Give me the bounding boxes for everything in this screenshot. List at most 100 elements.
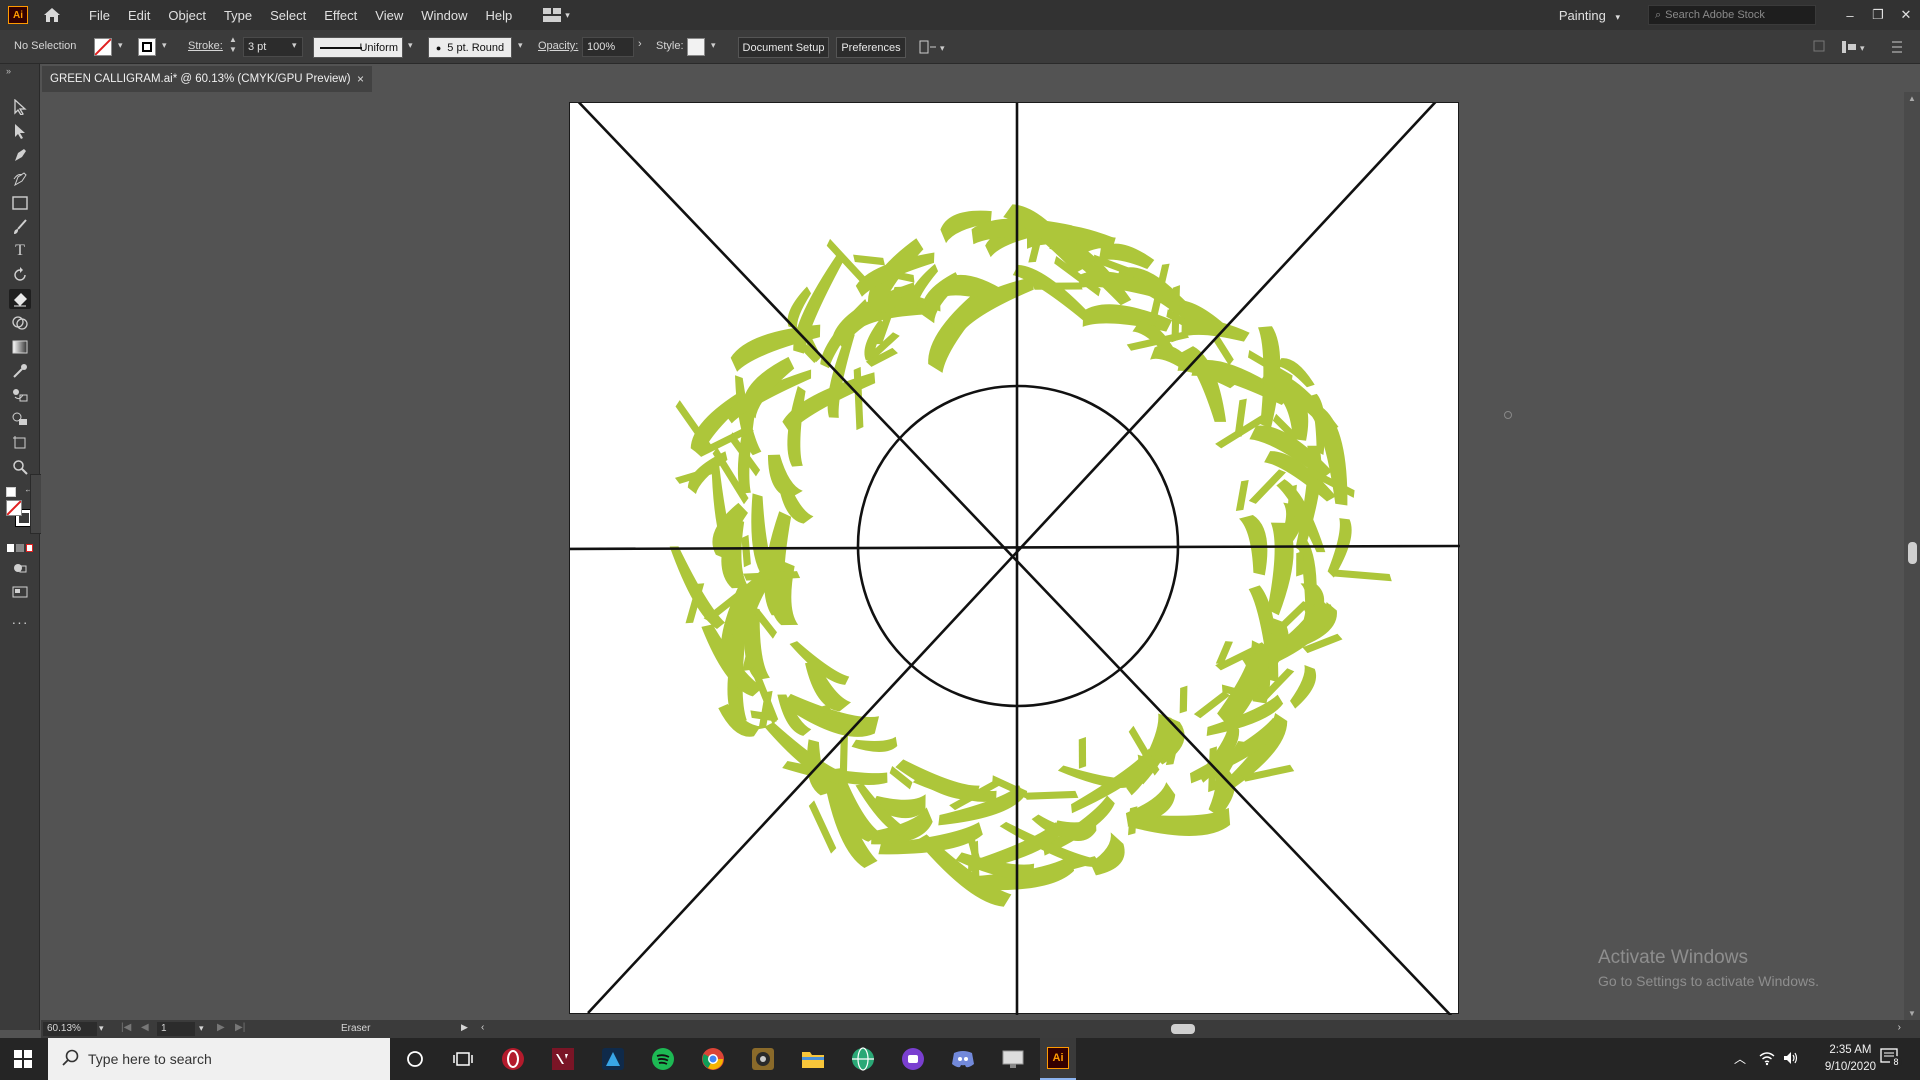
blend-tool-icon[interactable] xyxy=(9,385,31,405)
fill-dropdown-icon[interactable]: ▾ xyxy=(118,40,123,51)
minimize-button[interactable]: – xyxy=(1836,8,1864,23)
wifi-icon[interactable] xyxy=(1758,1050,1776,1069)
globe-app-icon[interactable] xyxy=(850,1046,876,1072)
chrome-app-icon[interactable] xyxy=(700,1046,726,1072)
type-tool-icon[interactable]: T xyxy=(9,241,31,261)
scroll-up-icon[interactable]: ▲ xyxy=(1908,94,1916,103)
illustrator-taskbar-icon[interactable]: Ai xyxy=(1040,1038,1076,1080)
style-dropdown-icon[interactable]: ▾ xyxy=(711,40,716,51)
preferences-button[interactable]: Preferences xyxy=(836,37,906,58)
next-artboard-icon[interactable]: ▶ xyxy=(217,1022,225,1033)
document-tab[interactable]: GREEN CALLIGRAM.ai* @ 60.13% (CMYK/GPU P… xyxy=(42,66,372,92)
taskbar-clock[interactable]: 2:35 AM 9/10/2020 xyxy=(1825,1042,1876,1076)
graphic-style-swatch[interactable] xyxy=(687,38,705,56)
obs-app-icon[interactable] xyxy=(750,1046,776,1072)
eyedropper-tool-icon[interactable] xyxy=(9,361,31,381)
status-menu-icon[interactable]: ▶ xyxy=(461,1022,468,1033)
variable-width-profile[interactable]: Uniform xyxy=(313,37,403,58)
document-setup-button[interactable]: Document Setup xyxy=(738,37,829,58)
vertical-scrollbar[interactable]: ▲ ▼ xyxy=(1904,92,1920,1020)
align-options-icon[interactable]: ▾ xyxy=(918,39,948,58)
menu-type[interactable]: Type xyxy=(215,8,261,23)
stroke-label[interactable]: Stroke: xyxy=(188,40,223,52)
stroke-swatch[interactable] xyxy=(138,38,156,56)
curvature-tool-icon[interactable] xyxy=(9,169,31,189)
menu-help[interactable]: Help xyxy=(476,8,521,23)
screen-mode-icon[interactable] xyxy=(9,582,31,602)
arrange-documents-icon[interactable]: ▾ xyxy=(543,8,570,22)
show-hidden-icons-icon[interactable]: ︿ xyxy=(1734,1050,1746,1067)
rectangle-tool-icon[interactable] xyxy=(9,193,31,213)
direct-selection-tool-icon[interactable] xyxy=(9,121,31,141)
cortana-icon[interactable] xyxy=(402,1046,428,1072)
shape-builder-tool-icon[interactable] xyxy=(9,313,31,333)
home-icon[interactable] xyxy=(42,5,62,25)
profile-dropdown-icon[interactable]: ▾ xyxy=(408,40,413,51)
menu-effect[interactable]: Effect xyxy=(315,8,366,23)
artboard-number-field[interactable]: 1 xyxy=(157,1022,195,1036)
brush-definition[interactable]: ● 5 pt. Round xyxy=(428,37,512,58)
restore-button[interactable]: ❐ xyxy=(1864,7,1892,23)
windows-start-icon[interactable] xyxy=(10,1046,36,1072)
toolbar-collapse-icon[interactable]: » xyxy=(6,66,11,76)
vertical-scroll-thumb[interactable] xyxy=(1908,542,1917,564)
scroll-down-icon[interactable]: ▼ xyxy=(1908,1009,1916,1018)
menu-view[interactable]: View xyxy=(366,8,412,23)
action-center-icon[interactable]: 8 xyxy=(1880,1048,1902,1068)
taskbar-search-box[interactable]: Type here to search xyxy=(48,1038,390,1080)
menu-window[interactable]: Window xyxy=(412,8,476,23)
search-adobe-stock-input[interactable]: ⌕ Search Adobe Stock xyxy=(1648,5,1816,25)
fill-swatch[interactable] xyxy=(94,38,112,56)
artboard-dropdown-icon[interactable]: ▾ xyxy=(199,1023,204,1034)
gradient-tool-icon[interactable] xyxy=(9,337,31,357)
eraser-tool-icon[interactable] xyxy=(9,289,31,309)
task-view-icon[interactable] xyxy=(450,1046,476,1072)
close-window-button[interactable]: ✕ xyxy=(1892,7,1920,23)
stroke-stepper-icon[interactable]: ▲ ▼ xyxy=(229,35,237,55)
rotate-tool-icon[interactable] xyxy=(9,265,31,285)
purple-app-icon[interactable] xyxy=(900,1046,926,1072)
default-fill-stroke-icon[interactable] xyxy=(6,487,16,497)
menu-select[interactable]: Select xyxy=(261,8,315,23)
calligram-artwork[interactable] xyxy=(555,92,1461,1020)
artboard[interactable] xyxy=(555,92,1461,1020)
close-tab-icon[interactable]: × xyxy=(357,72,364,86)
selection-tool-icon[interactable] xyxy=(9,97,31,117)
opacity-expand-icon[interactable]: › xyxy=(638,38,642,50)
symbol-sprayer-tool-icon[interactable] xyxy=(9,409,31,429)
menu-object[interactable]: Object xyxy=(159,8,215,23)
discord-app-icon[interactable] xyxy=(950,1046,976,1072)
panel-options-icon[interactable]: ▾ xyxy=(1812,38,1912,59)
zoom-tool-icon[interactable] xyxy=(9,457,31,477)
menu-file[interactable]: File xyxy=(80,8,119,23)
horizontal-scroll-thumb[interactable] xyxy=(1171,1024,1195,1034)
scroll-right-icon[interactable]: › xyxy=(1898,1022,1901,1033)
file-explorer-icon[interactable] xyxy=(800,1046,826,1072)
stroke-dropdown-icon[interactable]: ▾ xyxy=(162,40,167,51)
previous-artboard-icon[interactable]: ◀ xyxy=(141,1022,149,1033)
valorant-app-icon[interactable] xyxy=(550,1046,576,1072)
brush-dropdown-icon[interactable]: ▾ xyxy=(518,40,523,51)
opacity-input[interactable]: 100% xyxy=(582,37,634,57)
zoom-dropdown-icon[interactable]: ▾ xyxy=(99,1023,104,1034)
artboard-tool-icon[interactable] xyxy=(9,433,31,453)
zoom-level-field[interactable]: 60.13% xyxy=(43,1022,97,1036)
affinity-app-icon[interactable] xyxy=(600,1046,626,1072)
volume-icon[interactable] xyxy=(1782,1050,1800,1069)
canvas-area[interactable] xyxy=(41,92,1904,1020)
pen-tool-icon[interactable] xyxy=(9,145,31,165)
opera-gx-app-icon[interactable] xyxy=(500,1046,526,1072)
first-artboard-icon[interactable]: |◀ xyxy=(121,1022,131,1033)
draw-mode-icon[interactable] xyxy=(9,558,31,578)
edit-toolbar-icon[interactable]: ··· xyxy=(9,612,31,632)
paintbrush-tool-icon[interactable] xyxy=(9,217,31,237)
stroke-weight-dropdown-icon[interactable]: ▾ xyxy=(292,40,297,51)
color-mode-buttons[interactable] xyxy=(7,544,33,552)
opacity-label[interactable]: Opacity: xyxy=(538,40,578,52)
workspace-switcher[interactable]: Painting ▾ xyxy=(1559,8,1620,23)
spotify-app-icon[interactable] xyxy=(650,1046,676,1072)
scroll-left-icon[interactable]: ‹ xyxy=(481,1022,484,1033)
network-drive-app-icon[interactable] xyxy=(1000,1046,1026,1072)
last-artboard-icon[interactable]: ▶| xyxy=(235,1022,245,1033)
horizontal-scrollbar[interactable]: ‹ › xyxy=(481,1020,1901,1038)
